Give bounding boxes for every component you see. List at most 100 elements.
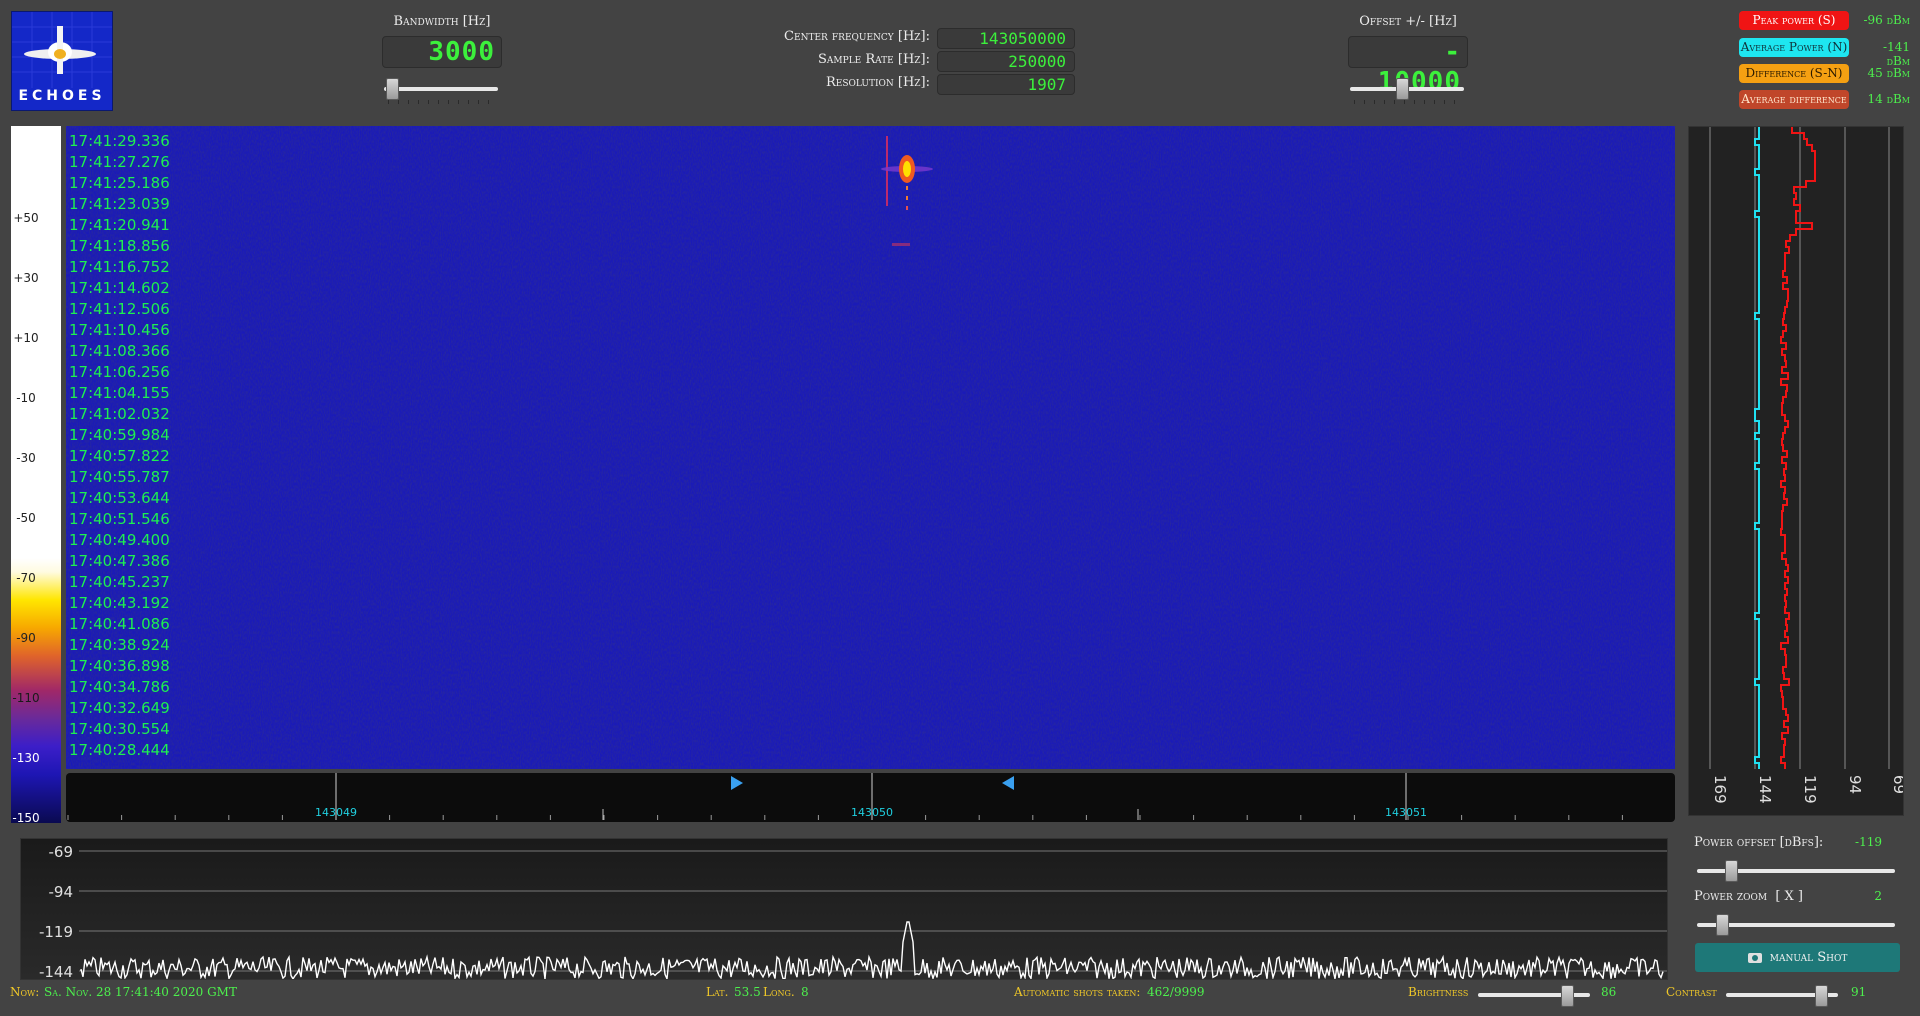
sample-rate-display: 250000 [937, 51, 1075, 72]
offset-display: - 10000 [1348, 36, 1468, 97]
long-value: 8 [801, 985, 809, 999]
manual-shot-button[interactable]: manual Shot [1695, 943, 1900, 972]
legend-average-difference: Average difference [1739, 90, 1849, 109]
bandwidth-display: 3000 [382, 36, 502, 68]
bandwidth-slider-knob[interactable] [386, 78, 400, 100]
frequency-tick-label: 143051 [1385, 806, 1427, 819]
offset-label: Offset +/- [Hz] [1359, 14, 1457, 29]
legend-difference: Difference (S-N) [1739, 64, 1849, 83]
center-frequency-display: 143050000 [937, 28, 1075, 49]
timestamp-label: 17:41:16.752 [69, 258, 170, 276]
contrast-slider-knob[interactable] [1814, 985, 1828, 1007]
logo-text: ECHOES [18, 88, 106, 104]
timestamp-label: 17:41:14.602 [69, 279, 170, 297]
timestamp-label: 17:40:59.984 [69, 426, 170, 444]
timestamp-label: 17:40:36.898 [69, 657, 170, 675]
power-axis-label: 94 [1846, 775, 1864, 794]
timestamp-label: 17:41:08.366 [69, 342, 170, 360]
color-scale-tick-label: -70 [16, 571, 36, 585]
color-scale-tick-label: -150 [12, 811, 40, 825]
waterfall-noise [66, 126, 1675, 769]
spectrum-axis-label: -119 [39, 923, 73, 941]
timestamp-label: 17:40:30.554 [69, 720, 170, 738]
sample-rate-label: Sample Rate [Hz]: [818, 52, 930, 67]
legend-peak-power-value: -96 dBm [1863, 13, 1910, 27]
average-power-trace [1754, 127, 1760, 769]
timestamp-label: 17:41:20.941 [69, 216, 170, 234]
power-axis-label: 169 [1711, 775, 1729, 804]
timestamp-label: 17:41:06.256 [69, 363, 170, 381]
legend-average-difference-label: Average difference [1741, 92, 1847, 106]
frequency-tick-label: 143049 [315, 806, 357, 819]
timestamp-label: 17:40:49.400 [69, 531, 170, 549]
timestamp-label: 17:40:34.786 [69, 678, 170, 696]
echoes-logo: ECHOES [11, 11, 113, 111]
legend-average-power-label: Average Power (N) [1740, 40, 1848, 54]
timestamp-label: 17:40:28.444 [69, 741, 170, 759]
color-scale-tick-label: -130 [12, 751, 40, 765]
timestamp-label: 17:40:47.386 [69, 552, 170, 570]
power-plot-canvas: 169 144 119 94 69 [1709, 127, 1908, 804]
frequency-tick-label: 143050 [851, 806, 893, 819]
legend-average-power: Average Power (N) [1739, 38, 1849, 57]
timestamp-label: 17:41:29.336 [69, 132, 170, 150]
frequency-scale-ruler: 143049 143050 143051 [67, 773, 1623, 820]
power-zoom-label: Power zoom [ X ] [1694, 889, 1804, 904]
spectrum-plot: -69 -94 -119 -144 [20, 838, 1668, 982]
legend-average-difference-value: 14 dBm [1867, 92, 1910, 106]
now-value: Sa. Nov. 28 17:41:40 2020 GMT [44, 985, 237, 999]
timestamp-label: 17:41:02.032 [69, 405, 170, 423]
power-offset-slider-knob[interactable] [1725, 860, 1739, 882]
frequency-scale[interactable]: 143049 143050 143051 [66, 773, 1675, 822]
power-axis-label: 69 [1890, 775, 1903, 794]
brightness-slider-knob[interactable] [1560, 985, 1574, 1007]
timestamp-label: 17:41:18.856 [69, 237, 170, 255]
timestamp-label: 17:41:23.039 [69, 195, 170, 213]
legend-difference-label: Difference (S-N) [1745, 66, 1843, 80]
power-zoom-value: 2 [1874, 889, 1882, 903]
resolution-display: 1907 [937, 74, 1075, 95]
timestamp-label: 17:40:57.822 [69, 447, 170, 465]
resolution-label: Resolution [Hz]: [825, 75, 930, 90]
timestamp-label: 17:40:55.787 [69, 468, 170, 486]
color-scale-tick-label: -90 [16, 631, 36, 645]
lat-value: 53.5 [734, 985, 761, 999]
color-scale-tick-label: -10 [16, 391, 36, 405]
lat-label: Lat. [706, 985, 729, 999]
peak-power-trace [1780, 127, 1816, 769]
spectrum-axis-label: -94 [49, 883, 74, 901]
color-scale-tick-label: -30 [16, 451, 36, 465]
legend-peak-power-label: Peak power (S) [1752, 13, 1836, 27]
status-bar: Now: Sa. Nov. 28 17:41:40 2020 GMT Lat. … [0, 984, 1920, 1016]
passband-left-marker-icon[interactable] [730, 775, 744, 791]
waterfall-display: 17:41:29.336 17:41:27.276 17:41:25.186 17:4… [66, 126, 1675, 769]
color-scale-tick-label: -50 [16, 511, 36, 525]
bandwidth-label: Bandwidth [Hz] [393, 14, 491, 29]
timestamp-label: 17:41:12.506 [69, 300, 170, 318]
now-label: Now: [10, 985, 40, 999]
timestamp-label: 17:41:25.186 [69, 174, 170, 192]
color-scale-tick-label: +30 [13, 271, 39, 285]
power-plot: 169 144 119 94 69 [1688, 126, 1908, 816]
timestamp-label: 17:40:38.924 [69, 636, 170, 654]
color-scale-bar [11, 126, 61, 823]
legend-difference-value: 45 dBm [1867, 66, 1910, 80]
brightness-label: Brightness [1408, 985, 1469, 999]
brightness-value: 86 [1601, 985, 1617, 999]
power-zoom-slider-knob[interactable] [1715, 914, 1729, 936]
color-scale-tick-label: +10 [13, 331, 39, 345]
spectrum-axis-label: -144 [39, 963, 73, 979]
camera-icon [1747, 952, 1762, 963]
contrast-value: 91 [1851, 985, 1867, 999]
manual-shot-label: manual Shot [1769, 950, 1848, 965]
timestamp-label: 17:40:43.192 [69, 594, 170, 612]
offset-slider-knob[interactable] [1396, 78, 1410, 100]
passband-right-marker-icon[interactable] [1001, 775, 1015, 791]
timestamp-label: 17:41:04.155 [69, 384, 170, 402]
color-scale-tick-label: +50 [13, 211, 39, 225]
spectrum-plot-canvas: -69 -94 -119 -144 [39, 843, 1667, 982]
power-offset-label: Power offset [dBfs]: [1694, 835, 1824, 850]
logo-meteor-graphic [12, 12, 112, 88]
timestamp-label: 17:40:51.546 [69, 510, 170, 528]
color-scale-tick-label: -110 [12, 691, 40, 705]
